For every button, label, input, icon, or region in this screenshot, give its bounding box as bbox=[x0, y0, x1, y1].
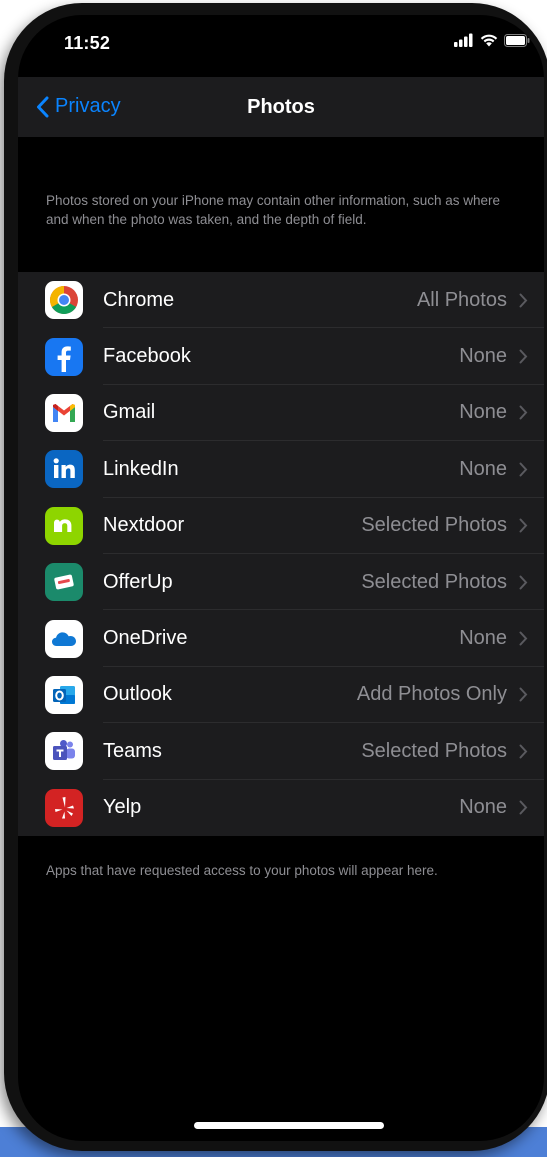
chevron-right-icon bbox=[519, 518, 528, 533]
app-name: Teams bbox=[103, 739, 162, 762]
status-icons bbox=[454, 33, 530, 52]
app-name: Facebook bbox=[103, 345, 191, 368]
access-value: Selected Photos bbox=[361, 739, 507, 762]
list-item-facebook[interactable]: Facebook None bbox=[18, 328, 544, 385]
app-name: Chrome bbox=[103, 288, 175, 311]
app-list: Chrome All Photos Facebook None Gmail No… bbox=[18, 272, 544, 836]
page-title: Photos bbox=[247, 96, 315, 118]
section-description: Photos stored on your iPhone may contain… bbox=[46, 193, 501, 227]
list-item-yelp[interactable]: Yelp None bbox=[18, 780, 544, 836]
yelp-icon bbox=[45, 788, 83, 827]
offerup-icon bbox=[45, 563, 83, 602]
phone-frame: 11:52 Privacy Photos Photos stored on yo… bbox=[4, 3, 547, 1151]
app-name: OneDrive bbox=[103, 627, 188, 650]
nextdoor-icon bbox=[45, 506, 83, 545]
facebook-icon bbox=[45, 337, 83, 376]
phone-screen: 11:52 Privacy Photos Photos stored on yo… bbox=[18, 15, 544, 1141]
list-item-nextdoor[interactable]: Nextdoor Selected Photos bbox=[18, 498, 544, 554]
teams-icon bbox=[45, 732, 83, 771]
app-name: Nextdoor bbox=[103, 514, 185, 537]
chevron-right-icon bbox=[519, 462, 528, 477]
list-item-offerup[interactable]: OfferUp Selected Photos bbox=[18, 554, 544, 611]
access-value: Selected Photos bbox=[361, 514, 507, 537]
app-name: OfferUp bbox=[103, 570, 173, 593]
chevron-right-icon bbox=[519, 293, 528, 308]
access-value: Add Photos Only bbox=[356, 683, 507, 706]
battery-icon bbox=[504, 33, 530, 52]
status-time: 11:52 bbox=[64, 33, 111, 53]
access-value: Selected Photos bbox=[361, 570, 507, 593]
access-value: None bbox=[459, 796, 507, 819]
chevron-right-icon bbox=[519, 405, 528, 420]
list-item-linkedin[interactable]: LinkedIn None bbox=[18, 441, 544, 498]
access-value: None bbox=[459, 401, 507, 424]
access-value: None bbox=[459, 345, 507, 368]
list-item-teams[interactable]: Teams Selected Photos bbox=[18, 723, 544, 780]
chevron-right-icon bbox=[519, 744, 528, 759]
section-footer: Apps that have requested access to your … bbox=[46, 863, 438, 878]
chevron-right-icon bbox=[519, 800, 528, 815]
status-bar: 11:52 bbox=[18, 15, 544, 75]
outlook-icon bbox=[45, 675, 83, 714]
home-indicator[interactable] bbox=[194, 1122, 384, 1129]
cellular-signal-icon bbox=[454, 33, 474, 52]
list-item-onedrive[interactable]: OneDrive None bbox=[18, 610, 544, 667]
app-name: Yelp bbox=[103, 796, 142, 819]
app-name: Outlook bbox=[103, 683, 172, 706]
app-name: Gmail bbox=[103, 401, 156, 424]
list-item-chrome[interactable]: Chrome All Photos bbox=[18, 272, 544, 329]
chevron-right-icon bbox=[519, 575, 528, 590]
chevron-right-icon bbox=[519, 687, 528, 702]
gmail-icon bbox=[45, 393, 83, 432]
linkedin-icon bbox=[45, 450, 83, 489]
access-value: None bbox=[459, 627, 507, 650]
access-value: All Photos bbox=[416, 288, 507, 311]
onedrive-icon bbox=[45, 619, 83, 658]
access-value: None bbox=[459, 457, 507, 480]
chrome-icon bbox=[45, 281, 83, 320]
list-item-outlook[interactable]: Outlook Add Photos Only bbox=[18, 667, 544, 724]
list-item-gmail[interactable]: Gmail None bbox=[18, 385, 544, 442]
chevron-right-icon bbox=[519, 349, 528, 364]
navigation-bar: Privacy Photos bbox=[18, 77, 544, 137]
wifi-icon bbox=[480, 33, 498, 52]
chevron-right-icon bbox=[519, 631, 528, 646]
app-name: LinkedIn bbox=[103, 457, 179, 480]
